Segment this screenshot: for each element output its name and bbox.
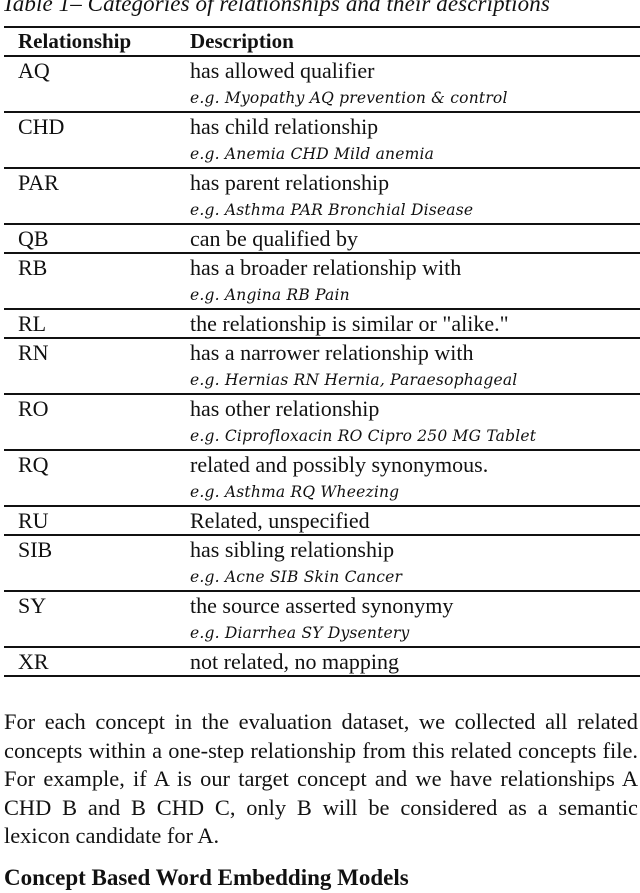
table-row: RN has a narrower relationship with e.g. H… [4,339,640,395]
relationship-example: e.g. Asthma PAR Bronchial Disease [190,201,474,219]
body-paragraph: For each concept in the evaluation datas… [4,709,638,849]
relationship-description: related and possibly synonymous. [190,452,489,477]
relationship-code: SIB [18,537,53,562]
table-row: RO has other relationship e.g. Ciprofloxac… [4,395,640,451]
section-heading: Concept Based Word Embedding Models [4,865,409,890]
table-row: RL the relationship is similar or "alike.… [4,310,640,339]
relationship-example: e.g. Diarrhea SY Dysentery [190,624,410,642]
relationship-example: e.g. Acne SIB Skin Cancer [190,568,403,586]
table-row: PAR has parent relationship e.g. Asthma PA… [4,169,640,225]
header-relationship: Relationship [18,29,132,53]
relationship-code: PAR [18,170,59,195]
table-row: RU Related, unspecified [4,507,640,536]
relationship-example: e.g. Ciprofloxacin RO Cipro 250 MG Table… [190,427,537,445]
relationship-example: e.g. Anemia CHD Mild anemia [190,145,435,163]
relationship-description: has a narrower relationship with [190,340,474,365]
relationships-table: Relationship Description AQ has allowed q… [4,26,640,677]
table-row: SY the source asserted synonymy e.g. Diarr… [4,592,640,648]
relationship-code: AQ [18,58,50,83]
relationship-description: the relationship is similar or "alike." [190,311,509,336]
relationship-code: RO [18,396,49,421]
relationship-description: the source asserted synonymy [190,593,454,618]
relationship-example: e.g. Asthma RQ Wheezing [190,483,400,501]
table-row: SIB has sibling relationship e.g. Acne SIB… [4,536,640,592]
relationship-code: RN [18,340,49,365]
header-description: Description [190,29,294,53]
relationship-description: has other relationship [190,396,380,421]
relationship-description: has a broader relationship with [190,255,462,280]
relationship-description: not related, no mapping [190,649,399,674]
relationship-example: e.g. Angina RB Pain [190,286,350,304]
relationship-description: has parent relationship [190,170,390,195]
relationship-example: e.g. Myopathy AQ prevention & control [190,89,508,107]
relationship-code: RL [18,311,47,336]
table-row: RQ related and possibly synonymous. e.g. A… [4,451,640,507]
relationship-code: QB [18,226,49,251]
relationship-code: CHD [18,114,65,139]
relationship-description: can be qualified by [190,226,358,251]
table-caption: Table 1– Categories of relationships and… [2,0,550,16]
relationship-description: has child relationship [190,114,379,139]
table-row: AQ has allowed qualifier e.g. Myopathy AQ … [4,57,640,113]
relationship-description: Related, unspecified [190,508,370,533]
relationship-code: RB [18,255,48,280]
relationship-code: RU [18,508,49,533]
table-row: RB has a broader relationship with e.g. An… [4,254,640,310]
table-row: QB can be qualified by [4,225,640,254]
table-header-row: Relationship Description [4,28,640,57]
relationship-description: has allowed qualifier [190,58,375,83]
relationship-code: XR [18,649,49,674]
relationship-description: has sibling relationship [190,537,395,562]
relationship-code: RQ [18,452,49,477]
table-row: XR not related, no mapping [4,648,640,677]
relationship-code: SY [18,593,47,618]
table-body: AQ has allowed qualifier e.g. Myopathy AQ … [4,57,640,677]
table-row: CHD has child relationship e.g. Anemia CHD… [4,113,640,169]
relationship-example: e.g. Hernias RN Hernia, Paraesophageal [190,371,518,389]
